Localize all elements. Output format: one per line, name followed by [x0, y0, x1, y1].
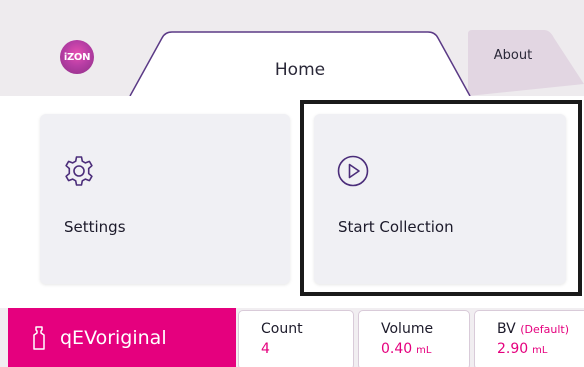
settings-card[interactable]: Settings [40, 114, 290, 284]
count-value: 4 [261, 341, 270, 357]
bv-value: 2.90 [497, 341, 529, 357]
tab-about-label: About [493, 48, 533, 63]
volume-unit: mL [416, 345, 432, 356]
count-title: Count [261, 321, 303, 337]
tab-home-label: Home [274, 60, 326, 80]
column-name: qEVoriginal [60, 326, 167, 349]
count-stat: Count 4 [238, 310, 354, 367]
volume-title: Volume [381, 321, 434, 337]
selection-highlight-frame [300, 100, 582, 296]
column-selector[interactable]: qEVoriginal [8, 308, 236, 367]
logo-text: iZON [63, 51, 91, 63]
izon-logo: iZON [60, 40, 94, 74]
bv-default-note: (Default) [520, 323, 569, 336]
bv-title: BV [497, 321, 516, 337]
volume-stat: Volume 0.40 mL [358, 310, 470, 367]
settings-label: Settings [64, 218, 126, 236]
gear-icon [65, 156, 93, 186]
volume-value: 0.40 [381, 341, 413, 357]
header-bar: iZON Home About [0, 0, 584, 96]
bv-unit: mL [532, 345, 548, 356]
bottle-icon [33, 325, 45, 350]
bv-stat: BV (Default) 2.90 mL [474, 310, 584, 367]
